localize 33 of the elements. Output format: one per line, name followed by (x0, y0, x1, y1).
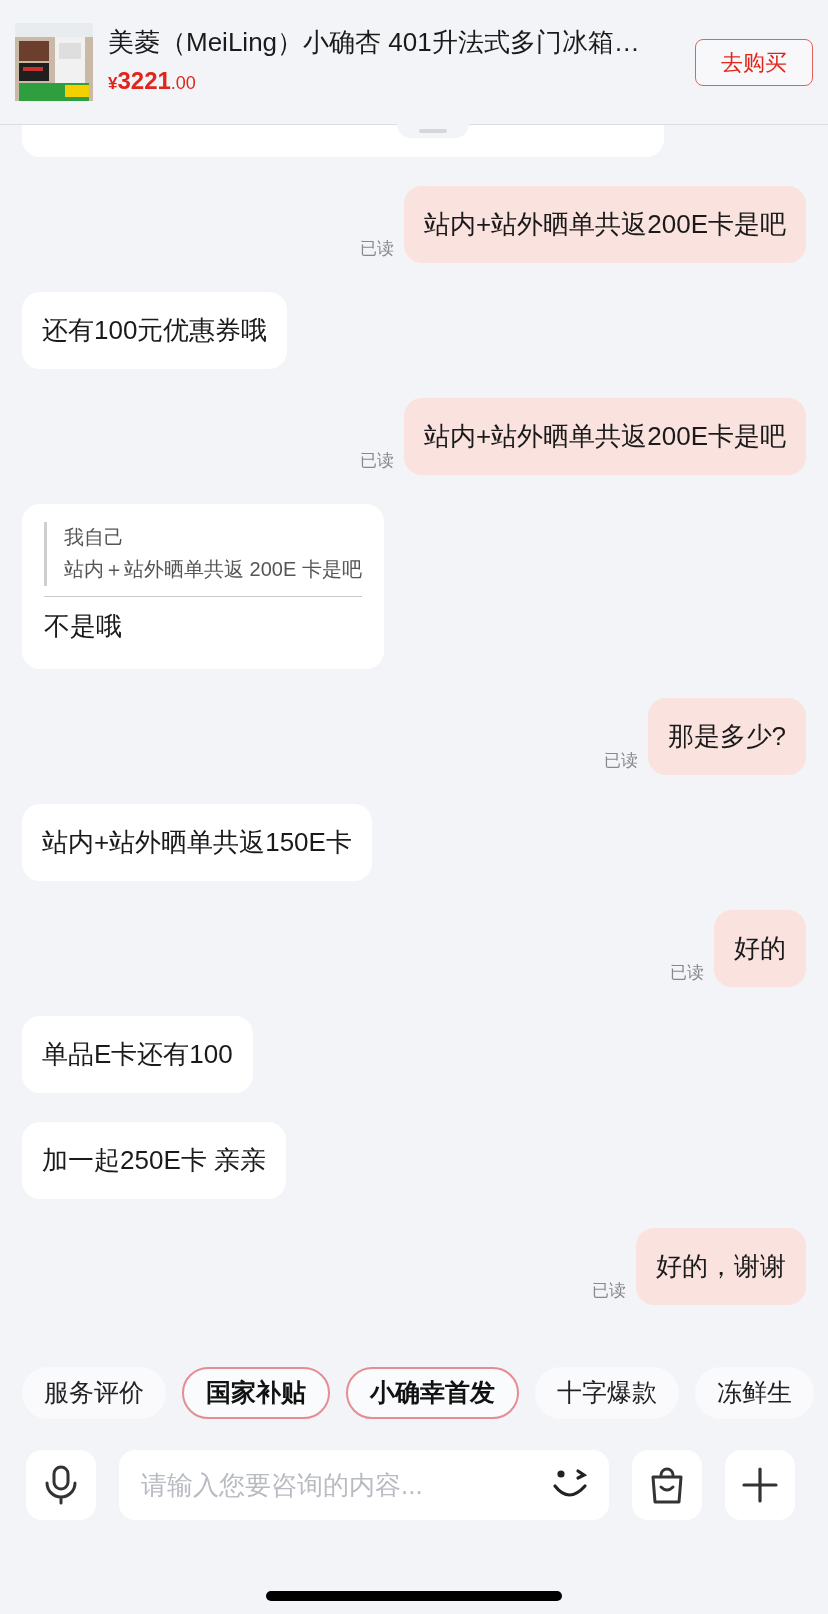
message-bubble: 好的，谢谢 (636, 1228, 806, 1305)
product-title: 美菱（MeiLing）小确杏 401升法式多门冰箱… (108, 26, 641, 59)
quick-chip[interactable]: 小确幸首发 (346, 1367, 519, 1419)
quick-chip[interactable]: 服务评价 (22, 1367, 166, 1419)
buy-button[interactable]: 去购买 (695, 38, 813, 86)
quote-author: 我自己 (64, 525, 125, 550)
product-button[interactable] (632, 1450, 702, 1520)
price-text: ¥3221.00 (108, 66, 197, 96)
message-bubble: 好的 (714, 910, 806, 987)
message-bubble: 那是多少? (647, 698, 806, 775)
message-bubble: 站内+站外晒单共返200E卡是吧 (404, 398, 806, 475)
read-receipt: 已读 (360, 237, 395, 260)
read-receipt: 已读 (592, 1279, 626, 1302)
quick-chip[interactable]: 十字爆款 (535, 1367, 679, 1419)
quote-text: 站内＋站外晒单共返 200E 卡是吧 (64, 557, 362, 582)
message-input[interactable]: 请输入您要咨询的内容... (141, 1465, 551, 1505)
plus-icon (741, 1466, 779, 1504)
message-bubble: 还有100元优惠券哦 (22, 292, 288, 369)
microphone-icon (43, 1465, 79, 1505)
quick-chip[interactable]: 国家补贴 (182, 1367, 330, 1419)
message-field[interactable]: 请输入您要咨询的内容... (119, 1450, 609, 1520)
message-bubble: 单品E卡还有100 (22, 1016, 253, 1093)
more-button[interactable] (725, 1450, 795, 1520)
read-receipt: 已读 (670, 961, 704, 984)
message-bubble: 站内+站外晒单共返150E卡 (22, 804, 372, 881)
collapse-handle[interactable] (397, 124, 469, 138)
message-bubble: 站内+站外晒单共返200E卡是吧 (404, 186, 806, 263)
message-text: 不是哦 (44, 610, 123, 643)
quick-chip[interactable]: 冻鲜生 (695, 1367, 814, 1419)
message-bubble: 加一起250E卡 亲亲 (22, 1122, 286, 1199)
read-receipt: 已读 (603, 749, 638, 772)
read-receipt: 已读 (360, 449, 395, 472)
microphone-button[interactable] (26, 1450, 96, 1520)
